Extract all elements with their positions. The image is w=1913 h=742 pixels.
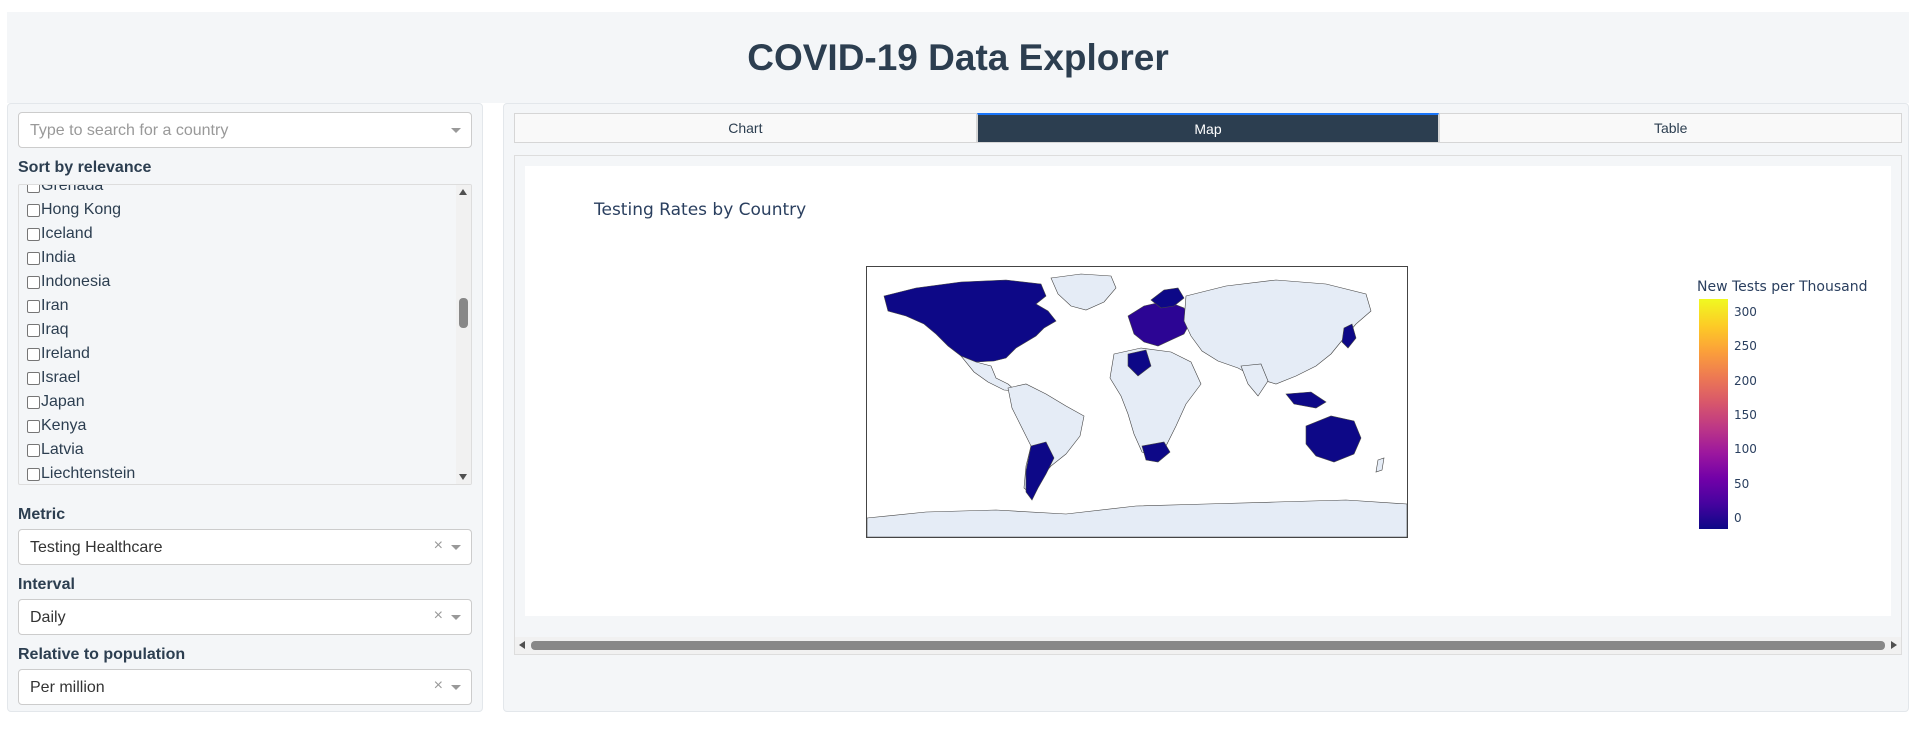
- country-search-dropdown[interactable]: Type to search for a country: [18, 112, 472, 148]
- country-checkbox[interactable]: [27, 185, 40, 193]
- tab-table[interactable]: Table: [1439, 113, 1903, 143]
- list-scrollbar[interactable]: [456, 185, 471, 484]
- country-item[interactable]: Iraq: [27, 318, 135, 342]
- country-checkbox[interactable]: [27, 395, 40, 409]
- population-value: Per million: [30, 679, 105, 696]
- colorbar-tick-label: 200: [1734, 374, 1757, 388]
- country-checkbox[interactable]: [27, 467, 40, 481]
- colorbar-title: New Tests per Thousand: [1697, 279, 1868, 295]
- world-map[interactable]: [866, 266, 1408, 538]
- clear-icon[interactable]: ×: [434, 537, 443, 555]
- sort-label: Sort by relevance: [18, 159, 152, 176]
- country-item[interactable]: Iran: [27, 294, 135, 318]
- chevron-down-icon[interactable]: [451, 685, 461, 690]
- country-item[interactable]: Israel: [27, 366, 135, 390]
- country-label: Indonesia: [41, 273, 111, 290]
- country-label: Hong Kong: [41, 201, 122, 218]
- country-item[interactable]: Indonesia: [27, 270, 135, 294]
- scroll-right-icon[interactable]: [1891, 641, 1897, 649]
- country-item[interactable]: Ireland: [27, 342, 135, 366]
- sidebar: Type to search for a country Sort by rel…: [7, 103, 483, 712]
- colorbar-tick-label: 150: [1734, 408, 1757, 422]
- tab-chart[interactable]: Chart: [514, 113, 977, 143]
- scroll-down-icon[interactable]: [459, 474, 467, 480]
- country-item[interactable]: Hong Kong: [27, 198, 135, 222]
- country-checkbox[interactable]: [27, 275, 40, 289]
- chevron-down-icon[interactable]: [451, 128, 461, 133]
- country-label: Japan: [41, 393, 85, 410]
- colorbar-tick-label: 100: [1734, 442, 1757, 456]
- country-label: Latvia: [41, 441, 84, 458]
- country-item[interactable]: Latvia: [27, 438, 135, 462]
- colorbar-tick-label: 250: [1734, 339, 1757, 353]
- scroll-thumb[interactable]: [531, 641, 1885, 650]
- country-item[interactable]: Iceland: [27, 222, 135, 246]
- tab-map[interactable]: Map: [976, 113, 1440, 143]
- chevron-down-icon[interactable]: [451, 545, 461, 550]
- country-checkbox[interactable]: [27, 323, 40, 337]
- country-checkbox[interactable]: [27, 443, 40, 457]
- clear-icon[interactable]: ×: [434, 677, 443, 695]
- interval-dropdown[interactable]: Daily ×: [18, 599, 472, 635]
- country-search-placeholder: Type to search for a country: [30, 122, 229, 139]
- metric-dropdown[interactable]: Testing Healthcare ×: [18, 529, 472, 565]
- header: COVID-19 Data Explorer: [7, 12, 1909, 103]
- chevron-down-icon[interactable]: [451, 615, 461, 620]
- metric-value: Testing Healthcare: [30, 539, 163, 556]
- country-checkbox[interactable]: [27, 347, 40, 361]
- interval-label: Interval: [18, 576, 75, 593]
- country-label: Ireland: [41, 345, 90, 362]
- colorbar-tick-label: 300: [1734, 305, 1757, 319]
- graph-container: Testing Rates by Country New Tests per T…: [514, 155, 1902, 655]
- chart-title: Testing Rates by Country: [594, 200, 807, 220]
- country-label: Iceland: [41, 225, 93, 242]
- country-checkbox[interactable]: [27, 419, 40, 433]
- metric-label: Metric: [18, 506, 66, 523]
- country-checkbox[interactable]: [27, 227, 40, 241]
- country-label: Israel: [41, 369, 81, 386]
- scroll-up-icon[interactable]: [459, 189, 467, 195]
- country-label: Iraq: [41, 321, 69, 338]
- page-title: COVID-19 Data Explorer: [747, 36, 1169, 78]
- country-item[interactable]: Liechtenstein: [27, 462, 136, 484]
- colorbar-tick-label: 50: [1734, 477, 1750, 491]
- country-checkbox[interactable]: [27, 251, 40, 265]
- population-dropdown[interactable]: Per million ×: [18, 669, 472, 705]
- country-item[interactable]: Grenada: [27, 184, 135, 198]
- country-label: Kenya: [41, 417, 87, 434]
- population-label: Relative to population: [18, 646, 186, 663]
- country-label: India: [41, 249, 76, 266]
- country-checklist: Grenada Hong Kong Iceland India Indonesia Ira…: [18, 184, 472, 485]
- interval-value: Daily: [30, 609, 66, 626]
- country-item[interactable]: Japan: [27, 390, 135, 414]
- country-item[interactable]: Kenya: [27, 414, 135, 438]
- choropleth-graph[interactable]: Testing Rates by Country New Tests per T…: [525, 166, 1891, 616]
- horizontal-scrollbar[interactable]: [515, 637, 1901, 654]
- colorbar: [1699, 299, 1728, 529]
- tab-bar: Chart Map Table: [514, 113, 1903, 143]
- main-panel: Chart Map Table Testing Rates by Country: [503, 103, 1909, 712]
- country-label: Liechtenstein: [41, 465, 136, 482]
- country-label: Grenada: [41, 184, 104, 194]
- country-item[interactable]: India: [27, 246, 135, 270]
- country-checkbox[interactable]: [27, 203, 40, 217]
- clear-icon[interactable]: ×: [434, 607, 443, 625]
- country-label: Iran: [41, 297, 69, 314]
- scroll-thumb[interactable]: [459, 298, 468, 328]
- country-checkbox[interactable]: [27, 371, 40, 385]
- country-items: Grenada Hong Kong Iceland India Indonesia Ira…: [27, 184, 136, 484]
- country-checkbox[interactable]: [27, 299, 40, 313]
- scroll-left-icon[interactable]: [519, 641, 525, 649]
- colorbar-tick-label: 0: [1734, 511, 1742, 525]
